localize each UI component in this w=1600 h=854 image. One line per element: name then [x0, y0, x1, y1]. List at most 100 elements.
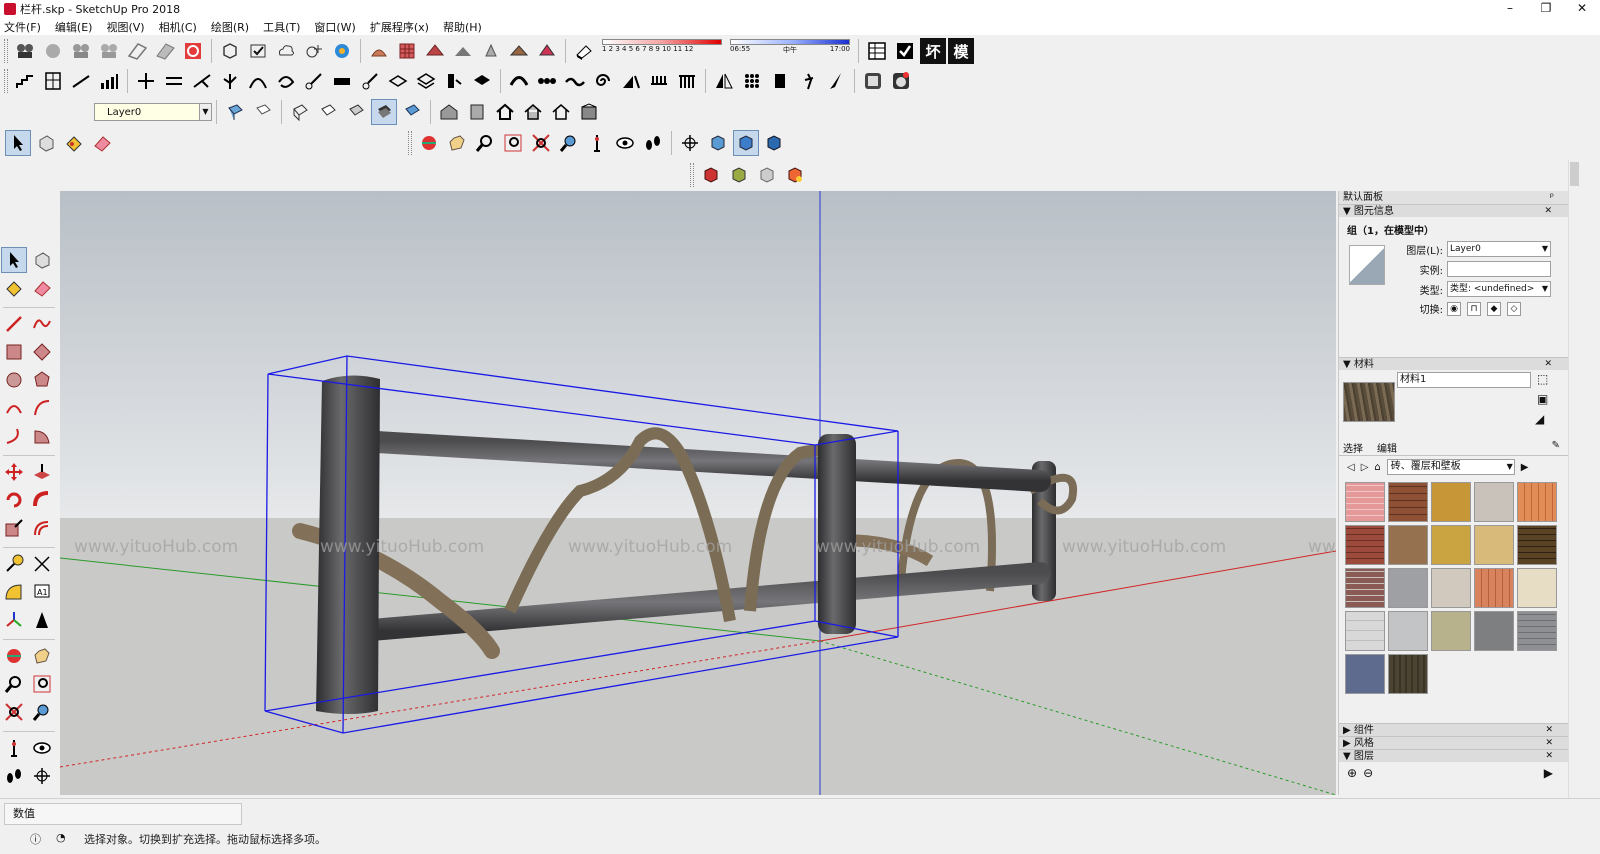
3d-text-tool-icon[interactable]	[29, 607, 55, 633]
offset-tool-icon[interactable]	[29, 515, 55, 541]
style-backedges-icon[interactable]	[250, 99, 276, 125]
layers-header[interactable]: ▼ 图层 ✕	[1339, 749, 1569, 762]
view-left-icon[interactable]	[576, 99, 602, 125]
tool-align-icon[interactable]	[133, 68, 159, 94]
materials-header[interactable]: ▼ 材料 ✕	[1339, 357, 1568, 370]
select-tool-icon[interactable]	[1, 247, 27, 273]
material-swatch[interactable]	[1431, 525, 1471, 565]
tool-branch-icon[interactable]	[189, 68, 215, 94]
section-cut-icon[interactable]	[733, 130, 759, 156]
no-entry-icon[interactable]	[180, 38, 206, 64]
position-camera-tool-icon[interactable]	[1, 735, 27, 761]
material-swatch[interactable]	[1517, 568, 1557, 608]
pin-icon[interactable]: ᵖ	[1550, 191, 1554, 204]
plugin-model-button[interactable]: 模	[948, 38, 974, 64]
material-swatch[interactable]	[1345, 654, 1385, 694]
bars-icon[interactable]	[96, 68, 122, 94]
components-header[interactable]: ▶ 组件 ✕	[1339, 723, 1569, 736]
position-camera-icon[interactable]	[584, 130, 610, 156]
material-swatch[interactable]	[1388, 525, 1428, 565]
zoom-extents-tool-icon[interactable]	[1, 699, 27, 725]
toolbar-handle[interactable]	[690, 163, 694, 187]
view-front-icon[interactable]	[492, 99, 518, 125]
orbit-icon[interactable]	[416, 130, 442, 156]
toolbar-handle[interactable]	[4, 39, 8, 63]
menu-file[interactable]: 文件(F)	[4, 19, 41, 35]
material-swatch[interactable]	[1431, 611, 1471, 651]
table-grid-icon[interactable]	[864, 38, 890, 64]
tool-ramp-icon[interactable]	[618, 68, 644, 94]
minimize-button[interactable]: –	[1492, 0, 1528, 18]
two-point-arc-tool-icon[interactable]	[29, 395, 55, 421]
line-tool-icon[interactable]	[1, 311, 27, 337]
plugin-green-cube-icon[interactable]	[726, 162, 752, 188]
material-swatch[interactable]	[1474, 525, 1514, 565]
walk-footprints-icon[interactable]	[640, 130, 666, 156]
sandbox-stamp-icon[interactable]	[450, 38, 476, 64]
tool-wave-icon[interactable]	[562, 68, 588, 94]
sandbox-add-detail-icon[interactable]	[506, 38, 532, 64]
zoom-extents-icon[interactable]	[528, 130, 554, 156]
check-mark-icon[interactable]	[892, 38, 918, 64]
tool-layers-2-icon[interactable]	[413, 68, 439, 94]
instance-input[interactable]	[1447, 261, 1551, 277]
tool-column-icon[interactable]	[441, 68, 467, 94]
material-swatch[interactable]	[1388, 568, 1428, 608]
shadow-time-slider[interactable]: 06:55 中午 17:00	[730, 39, 850, 63]
extension-warehouse-icon[interactable]	[888, 68, 914, 94]
sandbox-smoove-icon[interactable]	[422, 38, 448, 64]
close-button[interactable]: ✕	[1564, 0, 1600, 18]
tool-comb-icon[interactable]	[646, 68, 672, 94]
rotate-tool-icon[interactable]	[1, 487, 27, 513]
dimension-tool-icon[interactable]	[29, 551, 55, 577]
entity-info-header[interactable]: ▼ 图元信息 ✕	[1339, 204, 1568, 217]
pan-tool-icon[interactable]	[29, 643, 55, 669]
look-around-tool-icon[interactable]	[29, 735, 55, 761]
material-swatch[interactable]	[1388, 482, 1428, 522]
sandbox-flip-edge-icon[interactable]	[534, 38, 560, 64]
scale-tool-icon[interactable]	[1, 515, 27, 541]
push-pull-tool-icon[interactable]	[29, 459, 55, 485]
menu-help[interactable]: 帮助(H)	[443, 19, 482, 35]
pie-tool-icon[interactable]	[29, 423, 55, 449]
pan-hand-icon[interactable]	[444, 130, 470, 156]
measurements-box[interactable]: 数值	[4, 803, 242, 825]
material-swatch[interactable]	[1474, 568, 1514, 608]
material-swatch[interactable]	[1345, 482, 1385, 522]
polygon-tool-icon[interactable]	[29, 367, 55, 393]
plugin-red-cube-icon[interactable]	[698, 162, 724, 188]
shadow-date-slider[interactable]: 1 2 3 4 5 6 7 8 9 10 11 12	[602, 39, 722, 63]
rotated-rect-tool-icon[interactable]	[29, 339, 55, 365]
tool-beads-icon[interactable]	[534, 68, 560, 94]
user-icon[interactable]: ◔	[56, 831, 66, 844]
tool-scissor-icon[interactable]	[301, 68, 327, 94]
zoom-window-tool-icon[interactable]	[29, 671, 55, 697]
tab-edit[interactable]: 编辑	[1377, 440, 1397, 455]
tab-select[interactable]: 选择	[1343, 440, 1363, 455]
type-dropdown[interactable]: 类型: <undefined> ▼	[1447, 281, 1551, 297]
material-swatch[interactable]	[1431, 482, 1471, 522]
material-name-field[interactable]: 材料1	[1397, 372, 1531, 388]
tool-array-icon[interactable]	[739, 68, 765, 94]
check-share-icon[interactable]	[245, 38, 271, 64]
circle-tool-icon[interactable]	[1, 367, 27, 393]
material-swatch[interactable]	[1517, 611, 1557, 651]
add-layer-icon[interactable]: ⊕	[1347, 766, 1357, 780]
material-swatch[interactable]	[1388, 611, 1428, 651]
menu-camera[interactable]: 相机(C)	[159, 19, 197, 35]
cast-shadows-icon[interactable]: ◇	[1507, 301, 1521, 316]
shadows-toggle-icon[interactable]	[571, 38, 597, 64]
material-swatch[interactable]	[1474, 482, 1514, 522]
menu-window[interactable]: 窗口(W)	[314, 19, 355, 35]
section-cube-icon[interactable]	[705, 130, 731, 156]
section-plane-icon[interactable]	[124, 38, 150, 64]
tool-curve-icon[interactable]	[273, 68, 299, 94]
zoom-window-icon[interactable]	[500, 130, 526, 156]
plugin-orange-cube-icon[interactable]	[782, 162, 808, 188]
freehand-tool-icon[interactable]	[29, 311, 55, 337]
tool-box-icon[interactable]	[767, 68, 793, 94]
tray-scrollbar[interactable]	[1568, 160, 1580, 800]
material-swatch[interactable]	[1345, 568, 1385, 608]
material-swatch[interactable]	[1431, 568, 1471, 608]
eyedropper-icon[interactable]: ✎	[1552, 440, 1560, 455]
